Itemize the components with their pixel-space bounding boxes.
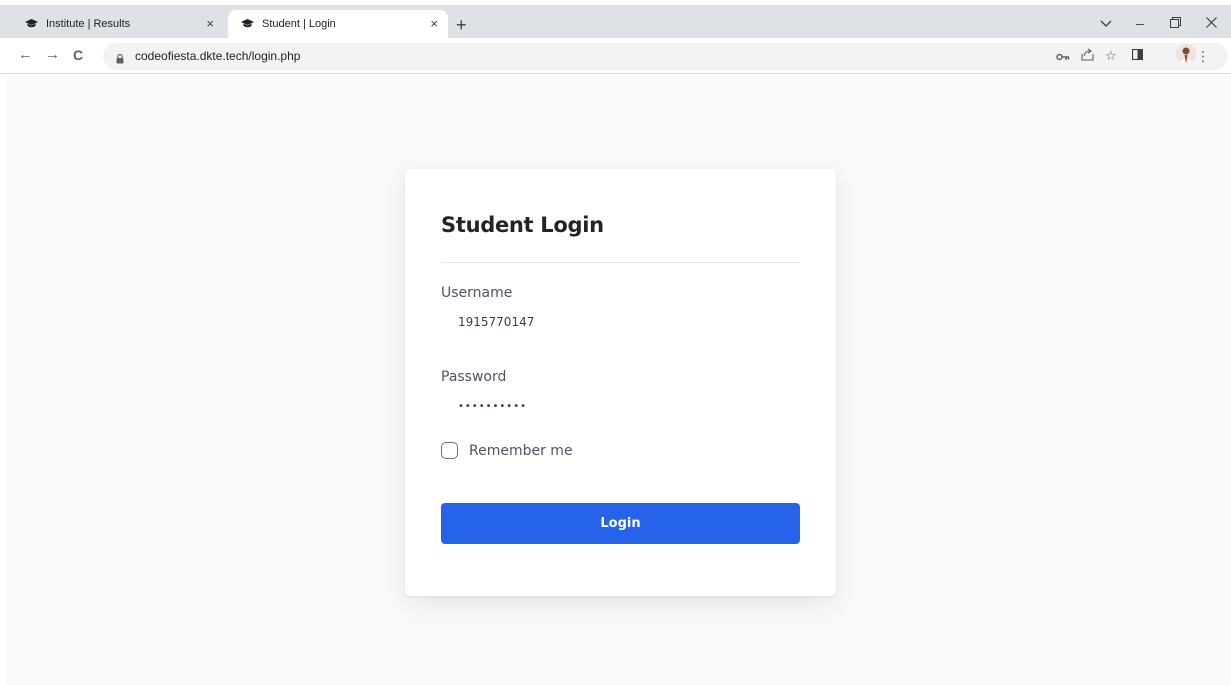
graduation-cap-icon [240, 17, 254, 31]
title-divider [441, 262, 800, 263]
reload-button[interactable]: C [73, 47, 83, 63]
tab-label: Institute | Results [46, 18, 131, 30]
url-text[interactable]: codeofiesta.dkte.tech/login.php [135, 49, 300, 63]
star-icon[interactable]: ☆ [1105, 48, 1117, 64]
address-bar[interactable]: codeofiesta.dkte.tech/login.php ☆ ⋮ [103, 43, 1228, 70]
tab-strip: Institute | Results × Student | Login × … [0, 5, 1231, 38]
graduation-cap-icon [24, 17, 38, 31]
password-input[interactable] [441, 391, 800, 421]
forward-button[interactable]: → [45, 47, 60, 63]
minimize-button[interactable]: – [1136, 15, 1144, 31]
tab-student-login[interactable]: Student | Login × [228, 10, 448, 38]
key-icon[interactable] [1056, 49, 1070, 65]
close-tab-icon[interactable]: × [206, 16, 214, 32]
username-input[interactable] [441, 307, 800, 337]
new-tab-button[interactable]: + [456, 16, 467, 34]
login-button[interactable]: Login [441, 503, 800, 544]
lock-icon [116, 51, 124, 64]
login-card: Student Login Username Password Remember… [405, 169, 836, 596]
remember-me-checkbox[interactable] [441, 442, 458, 459]
close-window-button[interactable] [1206, 15, 1217, 31]
tab-institute-results[interactable]: Institute | Results × [24, 10, 224, 38]
share-icon[interactable] [1081, 48, 1094, 65]
username-label: Username [441, 285, 513, 301]
restore-button[interactable] [1170, 15, 1181, 31]
page-background: Student Login Username Password Remember… [7, 75, 1231, 685]
page-title: Student Login [441, 213, 604, 237]
browser-chrome: Institute | Results × Student | Login × … [0, 0, 1231, 76]
browser-toolbar: ← → C codeofiesta.dkte.tech/login.php ☆ … [0, 38, 1231, 74]
kebab-menu-icon[interactable]: ⋮ [1196, 48, 1210, 64]
tab-label: Student | Login [262, 18, 336, 30]
back-button[interactable]: ← [18, 47, 33, 63]
password-label: Password [441, 369, 507, 385]
remember-me-row[interactable]: Remember me [441, 442, 573, 459]
close-tab-icon[interactable]: × [430, 16, 438, 32]
profile-avatar[interactable] [1176, 44, 1196, 64]
tab-search-chevron-icon[interactable] [1100, 15, 1112, 31]
remember-me-label[interactable]: Remember me [469, 443, 573, 459]
sidepanel-icon[interactable] [1131, 48, 1144, 64]
